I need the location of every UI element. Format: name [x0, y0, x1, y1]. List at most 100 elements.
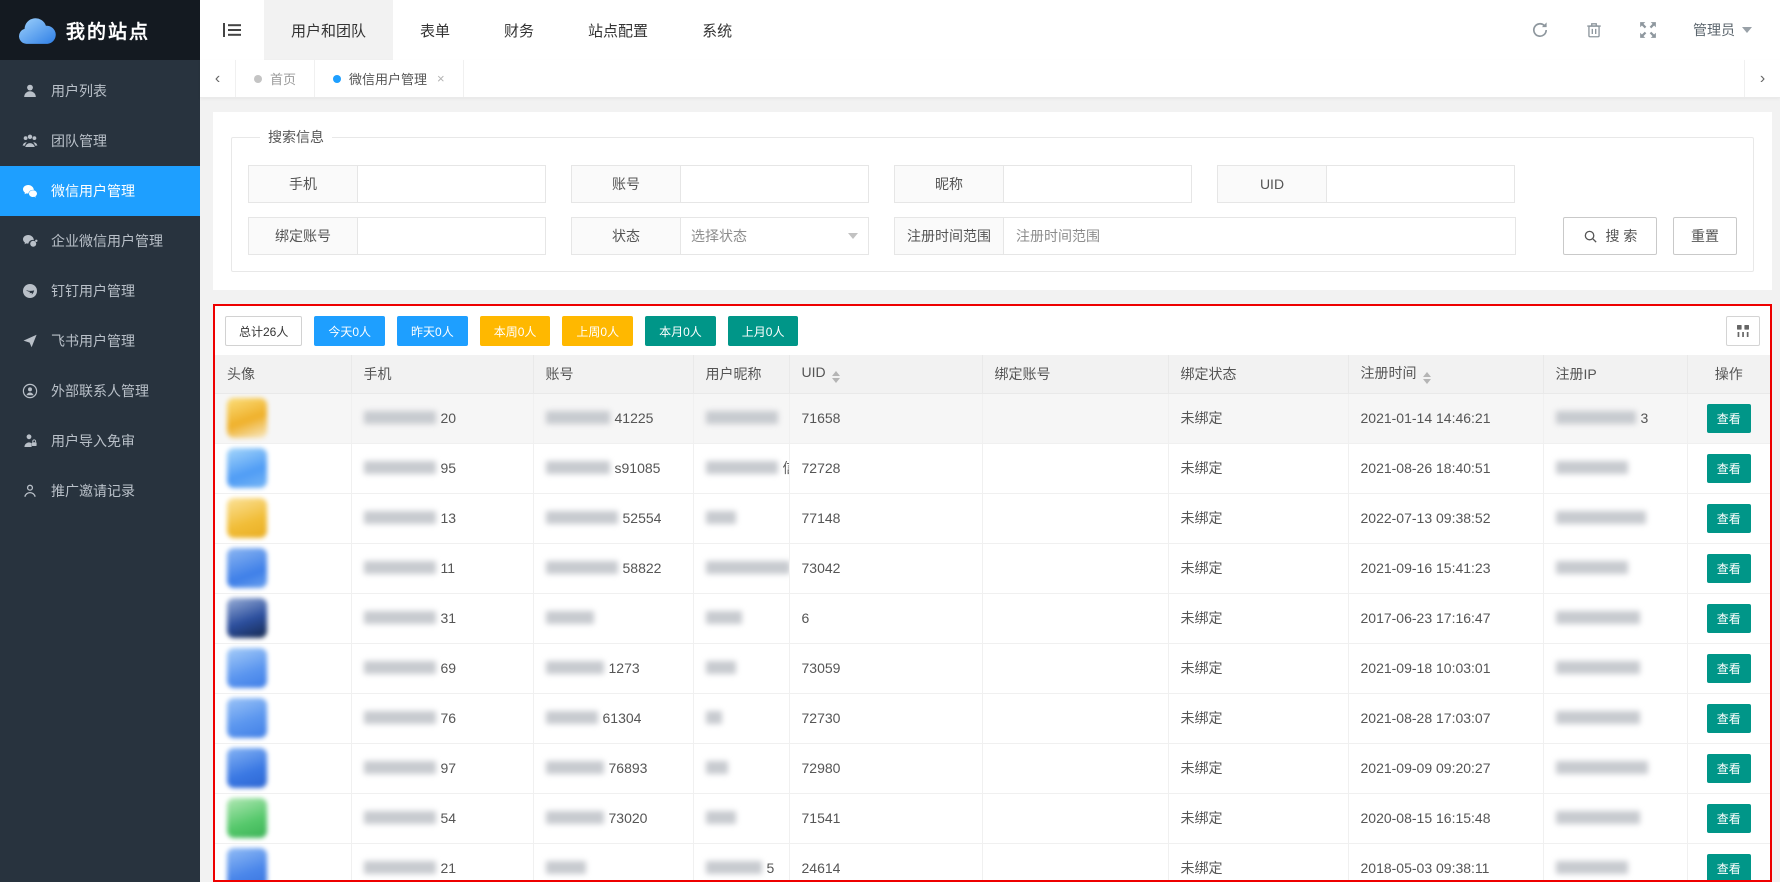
sidebar-item[interactable]: 钉钉用户管理 — [0, 266, 200, 316]
feishu-icon — [22, 333, 38, 349]
account-suffix: s91085 — [615, 460, 661, 476]
page-tab[interactable]: 首页 — [236, 60, 315, 97]
reg-time-cell: 2021-09-16 15:41:23 — [1348, 543, 1543, 593]
stat-badge[interactable]: 上月0人 — [728, 316, 799, 346]
phone-cell: 69 — [351, 643, 533, 693]
phone-cell: 21 — [351, 843, 533, 880]
nickname-cell — [693, 693, 789, 743]
avatar — [227, 448, 267, 488]
account-cell: 1273 — [533, 643, 693, 693]
page-tab[interactable]: 微信用户管理 × — [315, 60, 464, 97]
search-button[interactable]: 搜 索 — [1563, 217, 1657, 255]
view-button[interactable]: 查看 — [1707, 754, 1751, 783]
column-header-label: 绑定状态 — [1181, 366, 1237, 382]
column-filter-button[interactable] — [1726, 316, 1760, 346]
search-legend: 搜索信息 — [260, 127, 332, 147]
avatar — [227, 748, 267, 788]
close-icon[interactable]: × — [437, 71, 445, 86]
view-button[interactable]: 查看 — [1707, 454, 1751, 483]
view-button[interactable]: 查看 — [1707, 554, 1751, 583]
reg-time-cell: 2020-08-15 16:15:48 — [1348, 793, 1543, 843]
tabs-scroll-left-icon[interactable]: ‹ — [200, 60, 236, 97]
view-button[interactable]: 查看 — [1707, 704, 1751, 733]
sidebar-item[interactable]: 团队管理 — [0, 116, 200, 166]
view-button[interactable]: 查看 — [1707, 854, 1751, 881]
reg-time-cell: 2017-06-23 17:16:47 — [1348, 593, 1543, 643]
top-nav-tab[interactable]: 财务 — [477, 0, 561, 60]
wechat-work-icon — [22, 233, 38, 249]
text-input[interactable] — [691, 175, 858, 193]
sort-icon[interactable] — [832, 371, 840, 383]
tabs-scroll-right-icon[interactable]: › — [1744, 60, 1780, 97]
view-button[interactable]: 查看 — [1707, 504, 1751, 533]
stat-badge[interactable]: 今天0人 — [314, 316, 385, 346]
reset-button[interactable]: 重置 — [1673, 217, 1737, 255]
stat-badge[interactable]: 上周0人 — [562, 316, 633, 346]
search-row-2: 绑定账号 状态 选择状态 注册时间范围 — [248, 217, 1739, 255]
text-input[interactable] — [368, 175, 535, 193]
text-input[interactable] — [1014, 175, 1181, 193]
bind-account-input[interactable] — [368, 227, 535, 245]
column-header: 头像 — [215, 355, 351, 393]
reg-time-cell: 2021-01-14 14:46:21 — [1348, 393, 1543, 443]
sidebar-item-label: 钉钉用户管理 — [51, 281, 135, 301]
sidebar-item[interactable]: 企业微信用户管理 — [0, 216, 200, 266]
column-header: 注册IP — [1543, 355, 1687, 393]
phone-suffix: 11 — [441, 560, 456, 576]
top-nav-tab[interactable]: 站点配置 — [561, 0, 675, 60]
top-nav-tab[interactable]: 系统 — [675, 0, 759, 60]
phone-suffix: 97 — [441, 760, 457, 776]
table-row: 21 5 24614 未绑定 2018-05-03 09:38:11 查看 — [215, 843, 1770, 880]
stat-badge[interactable]: 本月0人 — [645, 316, 716, 346]
reg-ip-cell — [1543, 593, 1687, 643]
view-button[interactable]: 查看 — [1707, 804, 1751, 833]
reg-time-cell: 2021-09-09 09:20:27 — [1348, 743, 1543, 793]
account-suffix: 52554 — [623, 510, 662, 526]
trash-icon[interactable] — [1585, 21, 1603, 39]
sidebar-item[interactable]: 外部联系人管理 — [0, 366, 200, 416]
nickname-cell — [693, 493, 789, 543]
text-input[interactable] — [1337, 175, 1504, 193]
view-button[interactable]: 查看 — [1707, 404, 1751, 433]
cloud-icon — [16, 16, 56, 45]
sidebar-item-label: 外部联系人管理 — [51, 381, 149, 401]
avatar-cell — [215, 743, 351, 793]
action-cell: 查看 — [1687, 393, 1770, 443]
reg-ip-cell — [1543, 543, 1687, 593]
phone-suffix: 69 — [441, 660, 457, 676]
action-cell: 查看 — [1687, 743, 1770, 793]
account-cell: 52554 — [533, 493, 693, 543]
brand-logo[interactable]: 我的站点 — [0, 0, 200, 60]
avatar-cell — [215, 593, 351, 643]
account-cell: 58822 — [533, 543, 693, 593]
admin-menu[interactable]: 管理员 — [1693, 20, 1752, 40]
phone-cell: 97 — [351, 743, 533, 793]
column-header-label: 头像 — [227, 366, 255, 382]
top-nav-tab[interactable]: 用户和团队 — [264, 0, 393, 60]
sidebar-item[interactable]: 用户列表 — [0, 66, 200, 116]
table-row: 13 52554 77148 未绑定 2022-07-13 09:38:52 查… — [215, 493, 1770, 543]
stat-badge[interactable]: 昨天0人 — [397, 316, 468, 346]
refresh-icon[interactable] — [1531, 21, 1549, 39]
account-suffix: 61304 — [603, 710, 642, 726]
bind-status-cell: 未绑定 — [1168, 493, 1348, 543]
redacted-account — [546, 761, 604, 774]
topbar-actions: 管理员 — [1531, 0, 1780, 60]
view-button[interactable]: 查看 — [1707, 654, 1751, 683]
fullscreen-icon[interactable] — [1639, 21, 1657, 39]
status-select[interactable]: 状态 选择状态 — [571, 217, 869, 255]
date-range-input[interactable] — [1014, 227, 1505, 245]
column-header-label: 注册时间 — [1361, 365, 1417, 381]
sidebar-item[interactable]: 用户导入免审 — [0, 416, 200, 466]
sidebar-item[interactable]: 微信用户管理 — [0, 166, 200, 216]
sidebar-item[interactable]: 推广邀请记录 — [0, 466, 200, 516]
collapse-sidebar-icon[interactable] — [200, 0, 264, 60]
view-button[interactable]: 查看 — [1707, 604, 1751, 633]
sort-icon[interactable] — [1423, 372, 1431, 384]
sidebar-item[interactable]: 飞书用户管理 — [0, 316, 200, 366]
stat-badge[interactable]: 总计26人 — [225, 316, 302, 346]
redacted-ip — [1556, 411, 1636, 424]
redacted-phone — [364, 461, 436, 474]
top-nav-tab[interactable]: 表单 — [393, 0, 477, 60]
stat-badge[interactable]: 本周0人 — [480, 316, 551, 346]
